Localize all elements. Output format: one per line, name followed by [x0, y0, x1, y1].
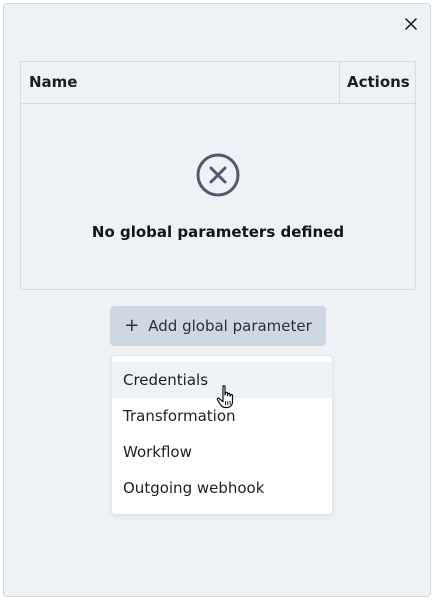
menu-item-workflow[interactable]: Workflow	[112, 434, 332, 470]
column-header-name: Name	[29, 73, 78, 91]
table-header: Name Actions	[21, 62, 415, 104]
empty-state-message: No global parameters defined	[91, 223, 345, 241]
menu-item-transformation[interactable]: Transformation	[112, 398, 332, 434]
plus-icon: +	[124, 315, 140, 336]
menu-item-outgoing-webhook[interactable]: Outgoing webhook	[112, 470, 332, 506]
close-button[interactable]	[403, 16, 419, 32]
menu-item-credentials[interactable]: Credentials	[112, 362, 332, 398]
column-header-actions: Actions	[347, 73, 410, 91]
parameter-type-dropdown: Credentials Transformation Workflow Outg…	[111, 355, 333, 515]
global-parameters-table: Name Actions No global parameters define…	[20, 61, 416, 290]
circle-x-icon	[196, 153, 240, 197]
close-icon	[405, 18, 417, 30]
global-parameters-panel: Name Actions No global parameters define…	[3, 3, 431, 597]
column-divider	[339, 62, 340, 103]
add-global-parameter-button[interactable]: + Add global parameter	[110, 306, 326, 346]
add-button-label: Add global parameter	[148, 317, 312, 335]
